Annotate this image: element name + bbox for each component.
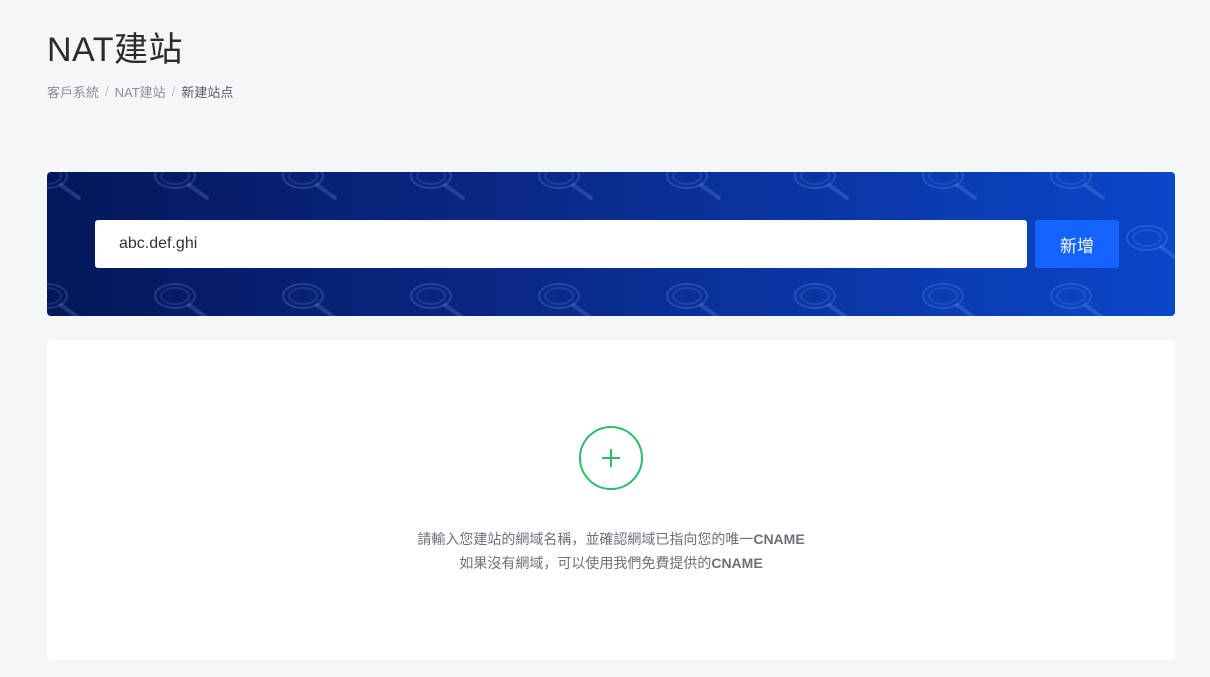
- domain-input[interactable]: [95, 220, 1027, 268]
- hint-line-2-text: 如果沒有網域，可以使用我們免費提供的: [459, 555, 712, 571]
- hint-line-2: 如果沒有網域，可以使用我們免費提供的CNAME: [47, 551, 1175, 575]
- page-title: NAT建站: [47, 31, 183, 69]
- domain-entry-banner: 新增: [47, 172, 1175, 316]
- page-header: NAT建站 客戶系統 / NAT建站 / 新建站点: [47, 30, 233, 101]
- breadcrumb-item-nat[interactable]: NAT建站: [115, 82, 166, 101]
- hint-line-1-cname: CNAME: [753, 531, 805, 547]
- hint-line-1: 請輸入您建站的網域名稱，並確認網域已指向您的唯一CNAME: [47, 527, 1175, 551]
- empty-state-card: 請輸入您建站的網域名稱，並確認網域已指向您的唯一CNAME 如果沒有網域，可以使…: [47, 340, 1175, 660]
- empty-state-hint: 請輸入您建站的網域名稱，並確認網域已指向您的唯一CNAME 如果沒有網域，可以使…: [47, 527, 1175, 575]
- breadcrumb-item-customer-system[interactable]: 客戶系統: [47, 82, 99, 101]
- hint-line-2-cname: CNAME: [711, 555, 763, 571]
- plus-circle-icon[interactable]: [579, 426, 643, 490]
- breadcrumb: 客戶系統 / NAT建站 / 新建站点: [47, 82, 233, 101]
- breadcrumb-separator: /: [171, 84, 176, 99]
- hint-line-1-text: 請輸入您建站的網域名稱，並確認網域已指向您的唯一: [417, 531, 754, 547]
- breadcrumb-separator: /: [105, 84, 109, 99]
- plus-icon: [602, 449, 620, 467]
- add-button[interactable]: 新增: [1035, 220, 1119, 268]
- breadcrumb-item-current: 新建站点: [181, 85, 234, 100]
